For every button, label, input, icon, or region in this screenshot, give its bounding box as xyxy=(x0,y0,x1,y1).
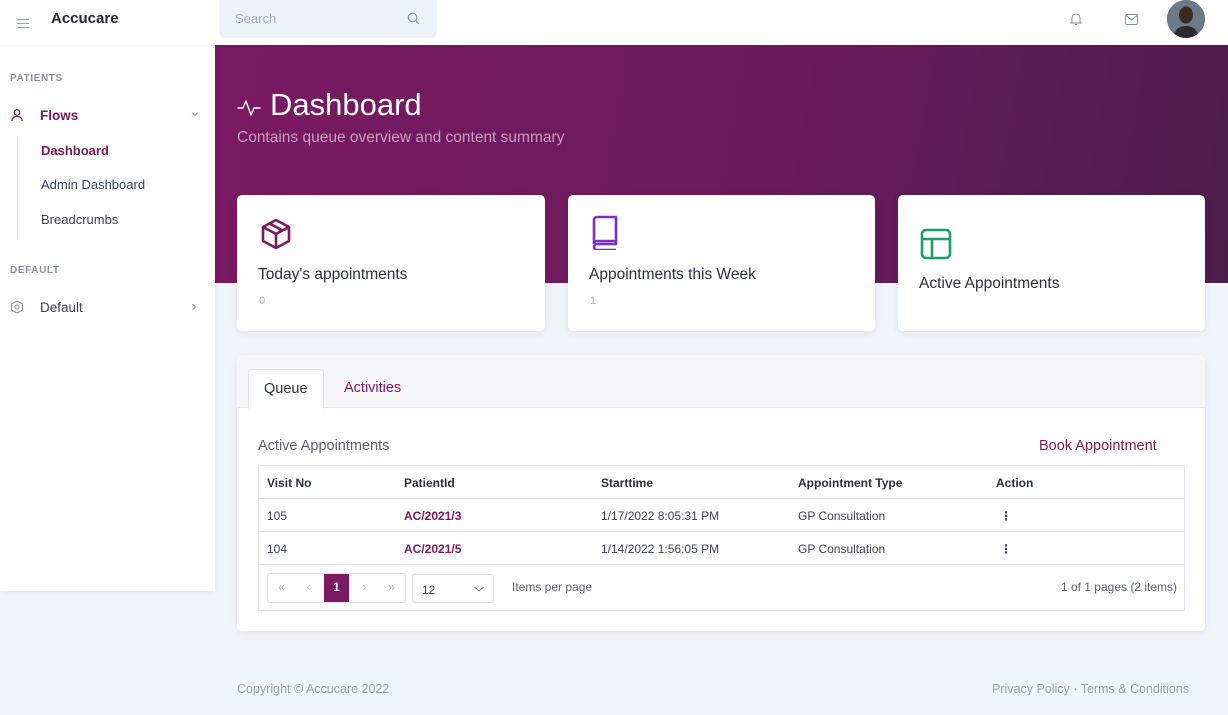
user-icon xyxy=(11,109,23,122)
card-value: 0 xyxy=(259,295,266,307)
search-input[interactable]: Search xyxy=(235,11,276,26)
page-info: 1 of 1 pages (2 items) xyxy=(1060,580,1177,594)
page-size-select[interactable]: 12 xyxy=(412,574,494,603)
patient-id-link[interactable]: AC/2021/3 xyxy=(404,509,461,523)
more-actions-icon[interactable]: ⋮ xyxy=(1000,509,1012,523)
start-time: 1/17/2022 8:05:31 PM xyxy=(601,509,720,523)
page-title: Dashboard xyxy=(270,87,422,122)
avatar[interactable] xyxy=(1167,0,1205,38)
column-header: Action xyxy=(996,476,1034,490)
sidebar-item-label: Default xyxy=(40,300,83,315)
sidebar-section-default: DEFAULT xyxy=(10,265,60,276)
privacy-policy-link[interactable]: Privacy Policy xyxy=(992,682,1070,696)
sidebar-item-flows[interactable]: Flows xyxy=(0,102,215,130)
visit-no: 105 xyxy=(267,509,288,523)
page-size-value: 12 xyxy=(422,583,436,597)
card-week-appointments: Appointments this Week 1 xyxy=(568,195,875,331)
queue-panel: Queue Activities Active Appointments Boo… xyxy=(237,355,1205,631)
book-icon xyxy=(592,215,618,250)
start-time: 1/14/2022 1:56:05 PM xyxy=(601,542,720,556)
appointment-type: GP Consultation xyxy=(798,509,886,523)
last-page-button[interactable]: » xyxy=(378,574,405,602)
more-actions-icon[interactable]: ⋮ xyxy=(1000,542,1012,556)
page-subtitle: Contains queue overview and content summ… xyxy=(237,129,565,146)
column-header[interactable]: Visit No xyxy=(267,476,311,490)
first-page-button[interactable]: « xyxy=(268,574,295,602)
book-appointment-link[interactable]: Book Appointment xyxy=(1039,438,1157,454)
table-header-row: Visit No PatientId Starttime Appointment… xyxy=(259,466,1184,499)
dashboard-icon xyxy=(10,300,24,314)
footer-links: Privacy Policy · Terms & Conditions xyxy=(992,682,1189,696)
sidebar-item-breadcrumbs[interactable]: Breadcrumbs xyxy=(41,212,118,227)
page-1-button[interactable]: 1 xyxy=(324,574,349,602)
column-header[interactable]: Appointment Type xyxy=(798,476,902,490)
menu-icon[interactable] xyxy=(17,12,29,32)
pager-row: « ‹ 1 › » 12 Items per page 1 of 1 pages… xyxy=(259,565,1184,611)
sidebar-item-admin-dashboard[interactable]: Admin Dashboard xyxy=(41,177,145,192)
patient-id-link[interactable]: AC/2021/5 xyxy=(404,542,461,556)
next-page-button[interactable]: › xyxy=(351,574,378,602)
card-active-appointments: Active Appointments xyxy=(898,195,1205,331)
sidebar-item-default[interactable]: Default xyxy=(0,294,215,322)
tab-activities[interactable]: Activities xyxy=(329,369,416,409)
box-icon xyxy=(261,218,291,250)
activity-icon xyxy=(237,100,261,116)
search-box[interactable]: Search xyxy=(219,0,437,38)
bell-icon[interactable] xyxy=(1070,12,1082,26)
card-value: 1 xyxy=(590,295,597,307)
app-brand[interactable]: Accucare xyxy=(51,10,119,27)
chevron-down-icon xyxy=(474,586,484,592)
table-row: 104 AC/2021/5 1/14/2022 1:56:05 PM GP Co… xyxy=(259,532,1184,565)
mail-icon[interactable] xyxy=(1125,14,1138,25)
terms-link[interactable]: Terms & Conditions xyxy=(1081,682,1189,696)
search-icon[interactable] xyxy=(407,12,420,25)
tabs-bar: Queue Activities xyxy=(237,355,1205,409)
prev-page-button[interactable]: ‹ xyxy=(295,574,322,602)
sidebar-item-label: Flows xyxy=(40,108,79,123)
card-title: Appointments this Week xyxy=(589,266,756,283)
column-header[interactable]: PatientId xyxy=(404,476,455,490)
copyright-text: Copyright © Accucare 2022 xyxy=(237,682,390,696)
top-bar: Accucare Search xyxy=(0,0,1228,45)
section-title: Active Appointments xyxy=(258,438,390,454)
sidebar-section-patients: PATIENTS xyxy=(10,73,63,84)
chevron-right-icon xyxy=(192,303,197,311)
card-today-appointments: Today's appointments 0 xyxy=(237,195,545,331)
card-title: Active Appointments xyxy=(919,275,1060,292)
sidebar: PATIENTS Flows Dashboard Admin Dashboard… xyxy=(0,45,215,591)
table-row: 105 AC/2021/3 1/17/2022 8:05:31 PM GP Co… xyxy=(259,499,1184,532)
items-per-page-label: Items per page xyxy=(512,580,593,594)
footer-separator: · xyxy=(1073,682,1078,696)
pagination: « ‹ 1 › » xyxy=(267,573,406,603)
appointments-table: Visit No PatientId Starttime Appointment… xyxy=(258,465,1185,611)
submenu-line xyxy=(17,137,18,238)
chevron-down-icon xyxy=(191,112,199,117)
appointment-type: GP Consultation xyxy=(798,542,886,556)
layout-icon xyxy=(920,228,952,260)
visit-no: 104 xyxy=(267,542,288,556)
tab-queue[interactable]: Queue xyxy=(248,369,324,409)
column-header[interactable]: Starttime xyxy=(601,476,653,490)
card-title: Today's appointments xyxy=(258,266,408,283)
sidebar-item-dashboard[interactable]: Dashboard xyxy=(41,143,109,158)
